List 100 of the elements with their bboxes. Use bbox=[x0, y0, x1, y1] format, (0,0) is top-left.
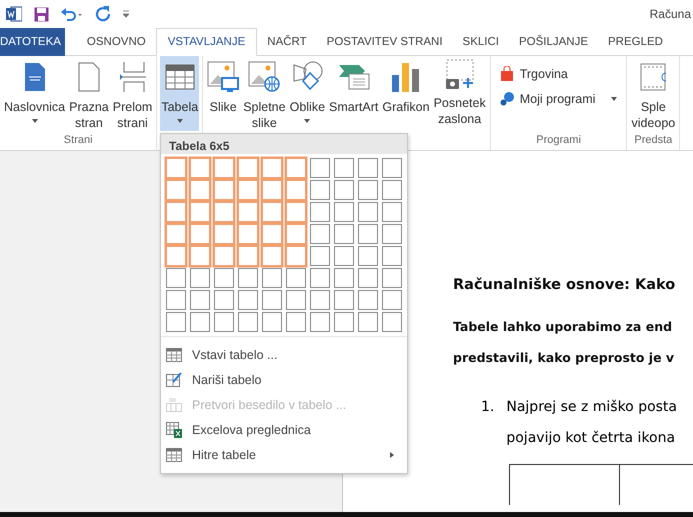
grid-cell[interactable] bbox=[334, 290, 354, 310]
ribbon-button[interactable]: Naslovnica bbox=[3, 56, 66, 131]
grid-cell[interactable] bbox=[238, 202, 258, 222]
file-tab[interactable]: DATOTEKA bbox=[0, 28, 65, 56]
ribbon-button[interactable]: Prazna stran bbox=[68, 56, 110, 131]
grid-cell[interactable] bbox=[286, 202, 306, 222]
grid-cell[interactable] bbox=[238, 224, 258, 244]
ribbon-button[interactable]: Slike bbox=[206, 56, 240, 131]
grid-cell[interactable] bbox=[358, 158, 378, 178]
grid-cell[interactable] bbox=[310, 268, 330, 288]
grid-cell[interactable] bbox=[358, 312, 378, 332]
grid-cell[interactable] bbox=[262, 268, 282, 288]
grid-cell[interactable] bbox=[382, 312, 402, 332]
menu-item[interactable]: Vstavi tabelo ... bbox=[161, 342, 407, 367]
grid-cell[interactable] bbox=[358, 290, 378, 310]
grid-cell[interactable] bbox=[358, 268, 378, 288]
grid-cell[interactable] bbox=[262, 246, 282, 266]
grid-cell[interactable] bbox=[310, 158, 330, 178]
ribbon-tab[interactable]: NAČRT bbox=[257, 28, 317, 56]
grid-cell[interactable] bbox=[166, 158, 186, 178]
grid-cell[interactable] bbox=[286, 268, 306, 288]
ribbon-button[interactable]: Tabela bbox=[160, 56, 200, 131]
grid-cell[interactable] bbox=[190, 246, 210, 266]
ribbon-tab[interactable]: POŠILJANJE bbox=[508, 28, 598, 56]
grid-cell[interactable] bbox=[214, 268, 234, 288]
grid-cell[interactable] bbox=[382, 268, 402, 288]
ribbon-tab[interactable]: POSTAVITEV STRANI bbox=[316, 28, 453, 56]
grid-cell[interactable] bbox=[334, 180, 354, 200]
grid-cell[interactable] bbox=[286, 246, 306, 266]
grid-cell[interactable] bbox=[382, 180, 402, 200]
grid-cell[interactable] bbox=[286, 224, 306, 244]
grid-cell[interactable] bbox=[358, 246, 378, 266]
grid-cell[interactable] bbox=[238, 268, 258, 288]
ribbon-button[interactable]: Sple videopo bbox=[630, 56, 676, 131]
grid-cell[interactable] bbox=[238, 246, 258, 266]
grid-cell[interactable] bbox=[262, 180, 282, 200]
grid-cell[interactable] bbox=[166, 268, 186, 288]
grid-cell[interactable] bbox=[286, 158, 306, 178]
grid-cell[interactable] bbox=[166, 202, 186, 222]
customize-caret-icon[interactable] bbox=[123, 10, 129, 18]
ribbon-tab[interactable]: VSTAVLJANJE bbox=[156, 28, 258, 56]
grid-cell[interactable] bbox=[190, 312, 210, 332]
grid-cell[interactable] bbox=[334, 246, 354, 266]
grid-cell[interactable] bbox=[286, 312, 306, 332]
menu-item[interactable]: Hitre tabele bbox=[161, 442, 407, 467]
grid-cell[interactable] bbox=[262, 202, 282, 222]
grid-cell[interactable] bbox=[190, 224, 210, 244]
grid-cell[interactable] bbox=[214, 290, 234, 310]
grid-cell[interactable] bbox=[214, 312, 234, 332]
ribbon-tab[interactable]: PREGLED bbox=[598, 28, 673, 56]
ribbon-button[interactable]: SmartArt bbox=[328, 56, 380, 131]
grid-cell[interactable] bbox=[358, 202, 378, 222]
grid-cell[interactable] bbox=[238, 158, 258, 178]
grid-cell[interactable] bbox=[334, 268, 354, 288]
grid-cell[interactable] bbox=[382, 246, 402, 266]
ribbon-button[interactable]: Posnetek zaslona bbox=[432, 56, 487, 131]
grid-cell[interactable] bbox=[310, 202, 330, 222]
grid-cell[interactable] bbox=[166, 312, 186, 332]
ribbon-button[interactable]: Trgovina bbox=[498, 64, 620, 83]
grid-cell[interactable] bbox=[166, 180, 186, 200]
grid-cell[interactable] bbox=[166, 290, 186, 310]
grid-cell[interactable] bbox=[238, 290, 258, 310]
grid-cell[interactable] bbox=[238, 180, 258, 200]
ribbon-button[interactable]: Oblike bbox=[288, 56, 326, 131]
grid-cell[interactable] bbox=[358, 180, 378, 200]
grid-cell[interactable] bbox=[382, 224, 402, 244]
grid-cell[interactable] bbox=[382, 290, 402, 310]
grid-cell[interactable] bbox=[358, 224, 378, 244]
ribbon-tab[interactable]: SKLICI bbox=[452, 28, 509, 56]
grid-cell[interactable] bbox=[310, 224, 330, 244]
save-icon[interactable] bbox=[34, 6, 49, 22]
grid-cell[interactable] bbox=[382, 202, 402, 222]
grid-cell[interactable] bbox=[310, 290, 330, 310]
grid-cell[interactable] bbox=[214, 202, 234, 222]
grid-cell[interactable] bbox=[190, 158, 210, 178]
grid-cell[interactable] bbox=[310, 312, 330, 332]
grid-cell[interactable] bbox=[334, 224, 354, 244]
grid-cell[interactable] bbox=[190, 268, 210, 288]
ribbon-button[interactable]: Grafikon bbox=[381, 56, 431, 131]
grid-cell[interactable] bbox=[262, 290, 282, 310]
grid-cell[interactable] bbox=[190, 202, 210, 222]
grid-cell[interactable] bbox=[214, 224, 234, 244]
redo-icon[interactable] bbox=[95, 6, 111, 22]
ribbon-button[interactable]: Moji programi bbox=[498, 89, 620, 108]
grid-cell[interactable] bbox=[262, 312, 282, 332]
grid-cell[interactable] bbox=[166, 246, 186, 266]
grid-cell[interactable] bbox=[262, 224, 282, 244]
grid-cell[interactable] bbox=[334, 202, 354, 222]
grid-cell[interactable] bbox=[214, 180, 234, 200]
grid-cell[interactable] bbox=[214, 158, 234, 178]
grid-cell[interactable] bbox=[214, 246, 234, 266]
undo-icon[interactable] bbox=[61, 7, 83, 21]
grid-cell[interactable] bbox=[310, 180, 330, 200]
menu-item[interactable]: Excelova preglednica bbox=[161, 417, 407, 442]
grid-cell[interactable] bbox=[310, 246, 330, 266]
grid-cell[interactable] bbox=[190, 290, 210, 310]
grid-cell[interactable] bbox=[190, 180, 210, 200]
grid-cell[interactable] bbox=[382, 158, 402, 178]
grid-cell[interactable] bbox=[166, 224, 186, 244]
grid-cell[interactable] bbox=[286, 290, 306, 310]
